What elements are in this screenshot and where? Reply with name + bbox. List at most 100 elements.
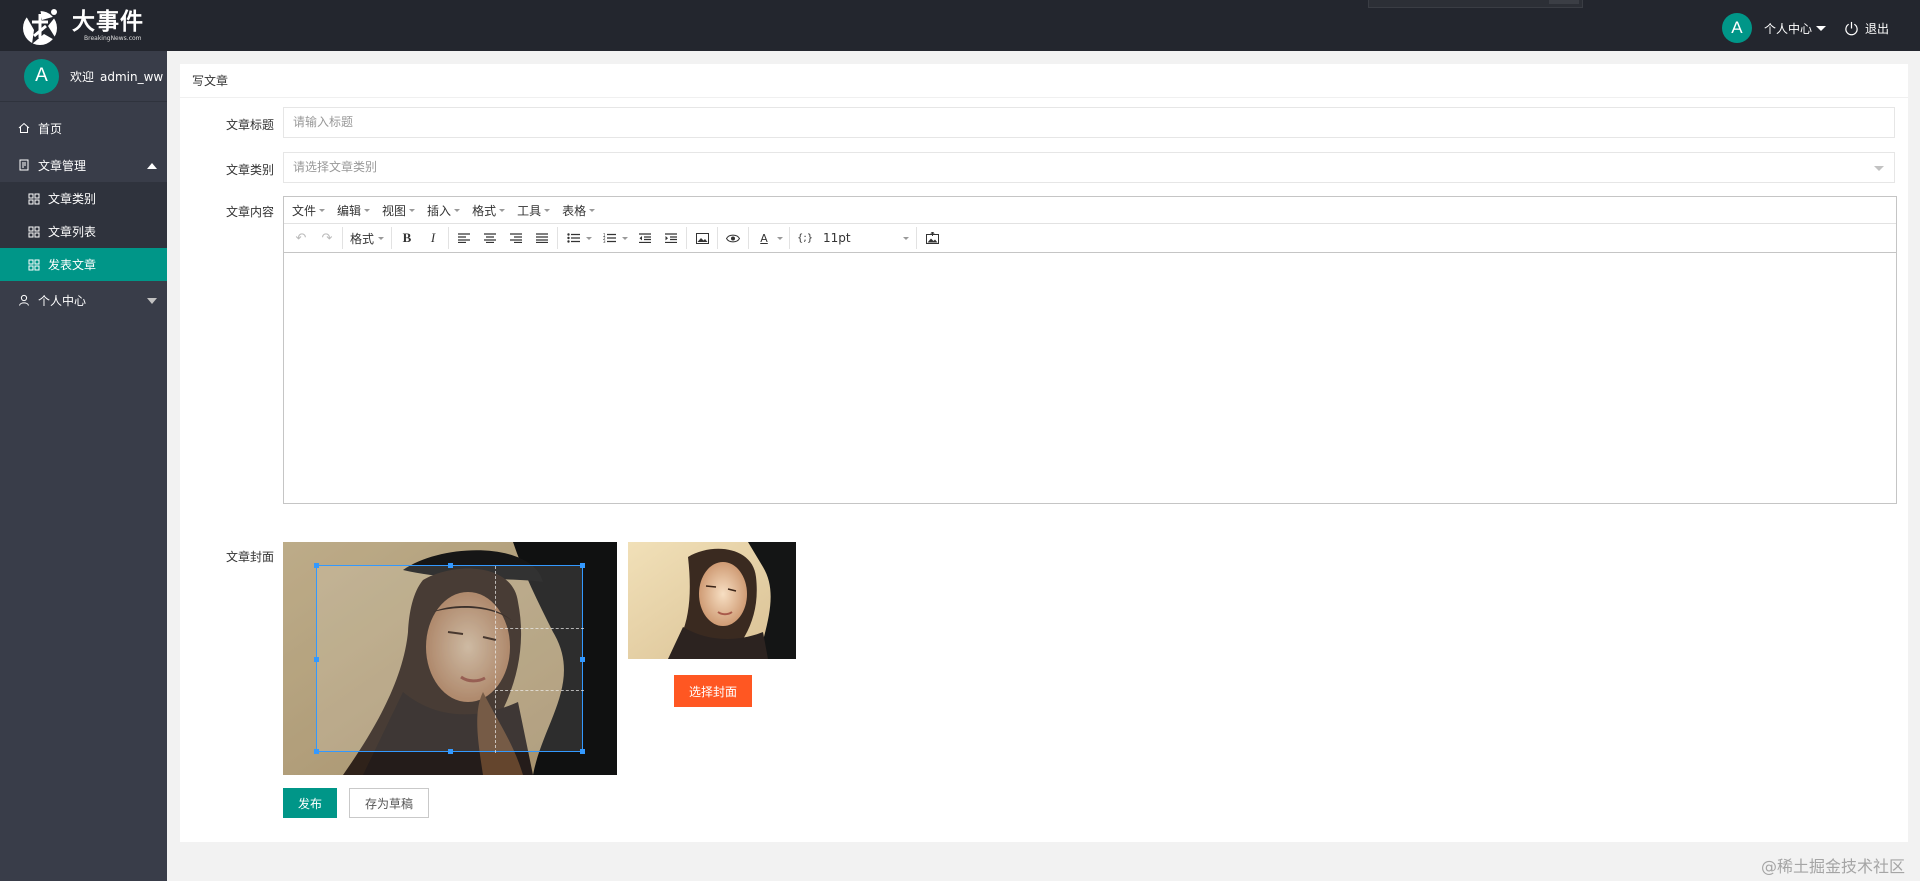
title-label: 文章标题 bbox=[225, 118, 274, 132]
cover-preview bbox=[628, 542, 796, 659]
header-avatar[interactable]: A bbox=[1721, 13, 1752, 43]
logout-button[interactable]: 退出 bbox=[1844, 20, 1889, 37]
sidebar-avatar: A bbox=[24, 58, 59, 94]
menu-view[interactable]: 视图 bbox=[382, 202, 416, 219]
menu-table[interactable]: 表格 bbox=[562, 202, 596, 219]
editor-content-area[interactable] bbox=[284, 253, 1896, 503]
menu-label: 格式 bbox=[472, 203, 497, 218]
chevron-down-icon bbox=[454, 208, 461, 212]
logo-title: 大事件 bbox=[72, 8, 144, 35]
preview-icon[interactable] bbox=[720, 226, 746, 250]
text-color-icon[interactable]: A bbox=[751, 226, 777, 250]
save-draft-button[interactable]: 存为草稿 bbox=[349, 788, 429, 818]
menu-label: 工具 bbox=[517, 203, 542, 218]
format-dropdown-label: 格式 bbox=[350, 231, 375, 246]
sidebar-item-label: 文章类别 bbox=[48, 192, 97, 206]
sidebar-item-article-list[interactable]: 文章列表 bbox=[0, 215, 167, 248]
logo-emblem bbox=[18, 2, 70, 50]
sidebar-item-article-management[interactable]: 文章管理 bbox=[0, 148, 167, 182]
numbered-list-icon[interactable]: 123 bbox=[596, 226, 622, 250]
chevron-down-icon bbox=[1815, 25, 1826, 31]
card-title: 写文章 bbox=[180, 64, 1908, 98]
crop-handle[interactable] bbox=[314, 749, 319, 754]
crop-handle[interactable] bbox=[448, 749, 453, 754]
logout-label: 退出 bbox=[1864, 21, 1889, 36]
sidebar: A 欢迎 admin_ww 首页 文章管理 文章类别 文章列表 发表文章 个人中心 bbox=[0, 51, 167, 881]
chevron-down-icon bbox=[364, 208, 371, 212]
menu-edit[interactable]: 编辑 bbox=[337, 202, 371, 219]
chevron-up-icon bbox=[147, 163, 157, 169]
cover-cropper[interactable] bbox=[283, 542, 617, 775]
chevron-down-icon bbox=[1874, 166, 1884, 171]
upload-image-icon[interactable] bbox=[919, 226, 945, 250]
chevron-down-icon[interactable] bbox=[777, 236, 784, 240]
user-panel: A 欢迎 admin_ww bbox=[0, 51, 167, 102]
font-size-value: 11pt bbox=[823, 231, 851, 245]
align-justify-icon[interactable] bbox=[529, 226, 555, 250]
power-icon bbox=[1845, 21, 1858, 35]
choose-cover-button[interactable]: 选择封面 bbox=[674, 675, 752, 707]
chevron-down-icon bbox=[544, 208, 551, 212]
indent-icon[interactable] bbox=[658, 226, 684, 250]
format-dropdown[interactable]: 格式 bbox=[345, 226, 389, 250]
cover-label: 文章封面 bbox=[225, 550, 274, 564]
cover-preview-image bbox=[628, 542, 796, 659]
sidebar-item-article-category[interactable]: 文章类别 bbox=[0, 182, 167, 215]
app-icon bbox=[28, 259, 40, 270]
italic-icon[interactable]: I bbox=[420, 226, 446, 250]
crop-handle[interactable] bbox=[580, 563, 585, 568]
align-left-icon[interactable] bbox=[451, 226, 477, 250]
menu-tools[interactable]: 工具 bbox=[517, 202, 551, 219]
top-dropdown-remnant bbox=[1368, 0, 1583, 8]
publish-button[interactable]: 发布 bbox=[283, 788, 337, 818]
code-icon[interactable]: {;} bbox=[792, 226, 818, 250]
chevron-down-icon[interactable] bbox=[586, 236, 593, 240]
watermark: @稀土掘金技术社区 bbox=[1760, 857, 1905, 876]
menu-format[interactable]: 格式 bbox=[472, 202, 506, 219]
redo-icon[interactable]: ↷ bbox=[314, 226, 340, 250]
chevron-down-icon bbox=[319, 208, 326, 212]
top-header: 大事件 BreakingNews.com A 个人中心 退出 bbox=[0, 0, 1920, 51]
bullet-list-icon[interactable] bbox=[560, 226, 586, 250]
image-icon[interactable] bbox=[689, 226, 715, 250]
user-center-menu[interactable]: 个人中心 bbox=[1764, 20, 1826, 37]
crop-selection[interactable] bbox=[314, 563, 585, 754]
title-input[interactable]: 请输入标题 bbox=[283, 107, 1895, 138]
crop-handle[interactable] bbox=[314, 657, 319, 662]
sidebar-item-user-center[interactable]: 个人中心 bbox=[0, 283, 167, 317]
content-label: 文章内容 bbox=[225, 205, 274, 219]
category-label: 文章类别 bbox=[225, 163, 274, 177]
chevron-down-icon bbox=[147, 298, 157, 304]
logo[interactable]: 大事件 BreakingNews.com bbox=[18, 2, 168, 50]
chevron-down-icon[interactable] bbox=[622, 236, 629, 240]
sidebar-item-label: 文章管理 bbox=[38, 158, 87, 173]
outdent-icon[interactable] bbox=[632, 226, 658, 250]
chevron-down-icon bbox=[409, 208, 416, 212]
menu-insert[interactable]: 插入 bbox=[427, 202, 461, 219]
article-icon bbox=[19, 159, 29, 171]
crop-handle[interactable] bbox=[314, 563, 319, 568]
font-size-dropdown[interactable]: 11pt bbox=[818, 226, 914, 250]
menu-label: 编辑 bbox=[337, 203, 362, 218]
username: admin_ww bbox=[100, 69, 164, 84]
category-select[interactable]: 请选择文章类别 bbox=[283, 152, 1895, 183]
write-article-card: 写文章 文章标题 请输入标题 文章类别 请选择文章类别 文章内容 文件 编辑 视… bbox=[180, 64, 1908, 842]
chevron-down-icon bbox=[499, 208, 506, 212]
chevron-down-icon bbox=[589, 208, 596, 212]
undo-icon[interactable]: ↶ bbox=[288, 226, 314, 250]
menu-label: 表格 bbox=[562, 203, 587, 218]
sidebar-item-home[interactable]: 首页 bbox=[0, 111, 167, 145]
align-right-icon[interactable] bbox=[503, 226, 529, 250]
editor-toolbar: ↶ ↷ 格式 B I 123 A {;} 11pt bbox=[284, 224, 1896, 253]
menu-file[interactable]: 文件 bbox=[292, 202, 326, 219]
crop-handle[interactable] bbox=[448, 563, 453, 568]
bold-icon[interactable]: B bbox=[394, 226, 420, 250]
welcome-label: 欢迎 bbox=[70, 69, 95, 84]
article-submenu: 文章类别 文章列表 发表文章 bbox=[0, 182, 167, 281]
editor-menubar: 文件 编辑 视图 插入 格式 工具 表格 bbox=[284, 197, 1896, 224]
crop-handle[interactable] bbox=[580, 657, 585, 662]
sidebar-item-publish-article[interactable]: 发表文章 bbox=[0, 248, 167, 281]
align-center-icon[interactable] bbox=[477, 226, 503, 250]
user-center-label: 个人中心 bbox=[1763, 21, 1812, 36]
crop-handle[interactable] bbox=[580, 749, 585, 754]
